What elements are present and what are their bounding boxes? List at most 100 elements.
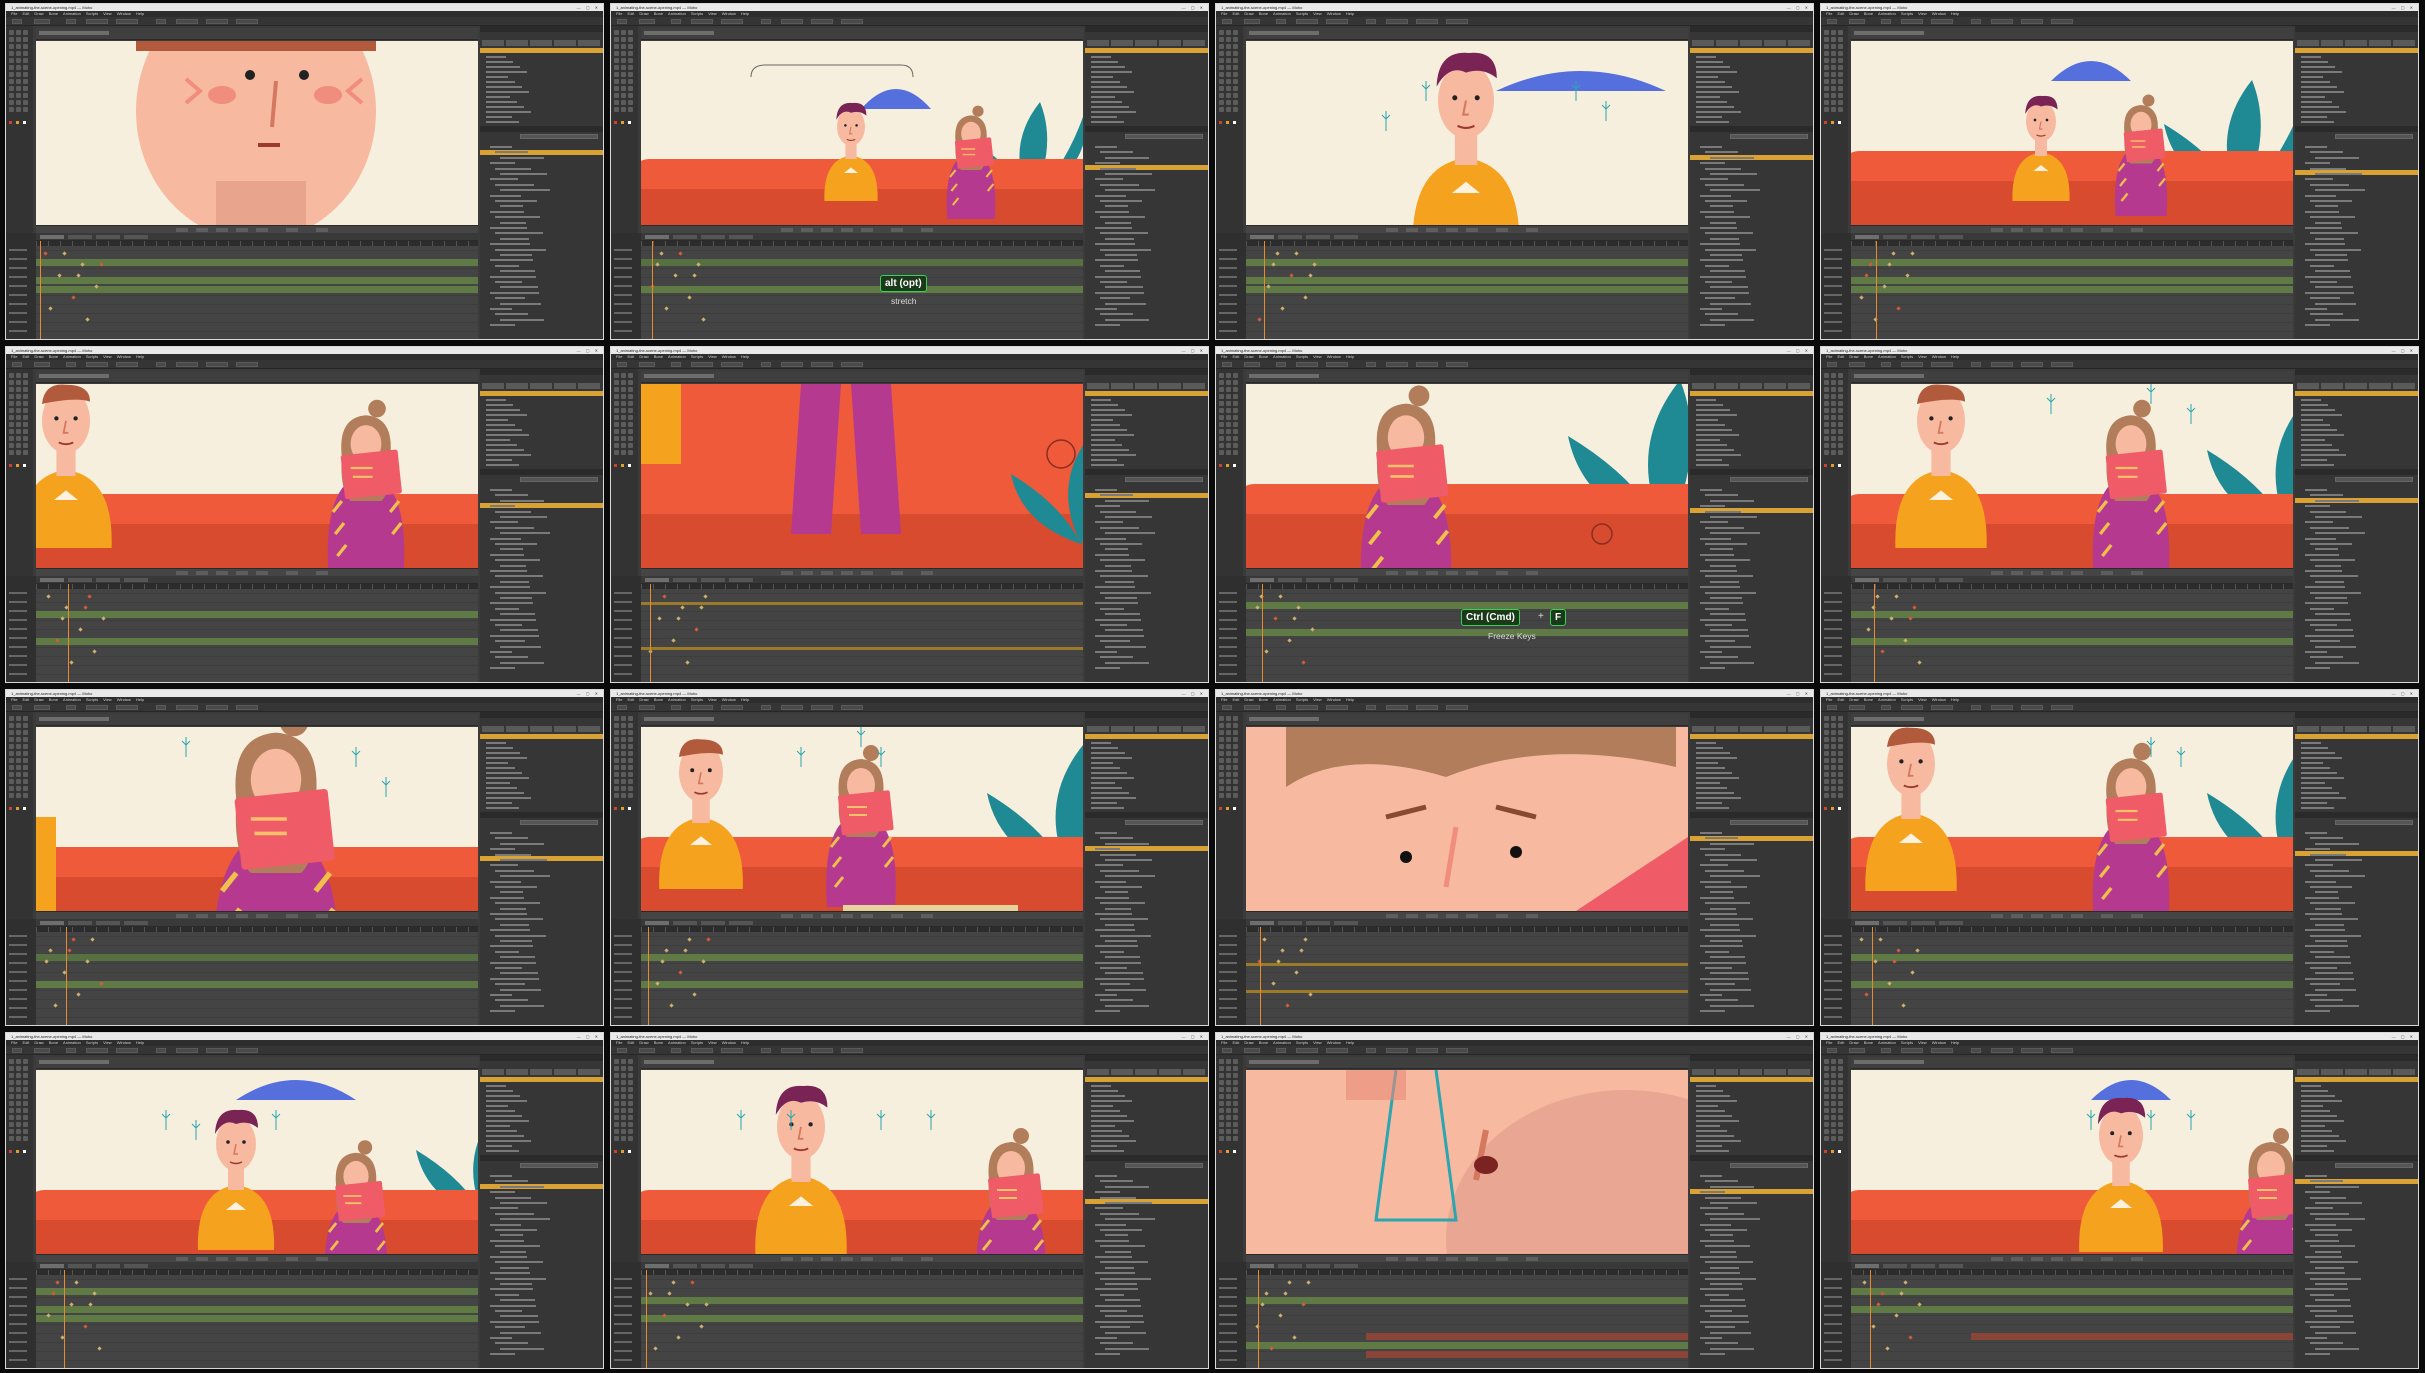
layer-row[interactable] [1095, 537, 1126, 540]
layer-row[interactable] [2315, 318, 2359, 321]
layer-row[interactable] [1100, 1229, 1142, 1231]
tool-icon[interactable] [1838, 786, 1843, 791]
layer-row[interactable] [2305, 1320, 2354, 1323]
tool-icon[interactable] [614, 51, 619, 56]
tool-icon[interactable] [9, 779, 14, 784]
layer-row[interactable] [1700, 1256, 1737, 1258]
playback-button[interactable] [801, 228, 813, 232]
window-controls[interactable]: — ▢ ✕ [1787, 690, 1810, 697]
tool-icon[interactable] [1831, 786, 1836, 791]
tool-icon[interactable] [1824, 1129, 1829, 1134]
channel-name[interactable] [1219, 1323, 1237, 1325]
layer-row[interactable] [2305, 227, 2342, 229]
menu-item[interactable]: Animation [1878, 697, 1896, 702]
keyframe[interactable] [1891, 251, 1896, 256]
tool-icon[interactable] [1831, 765, 1836, 770]
layer-row[interactable] [1705, 1293, 1729, 1296]
layer-row[interactable] [1696, 111, 1741, 113]
channel-name[interactable] [9, 285, 27, 287]
layer-row[interactable] [1100, 591, 1151, 594]
menu-item[interactable]: Edit [1232, 697, 1239, 702]
playback-button[interactable] [1496, 571, 1508, 575]
layer-row[interactable] [1091, 66, 1125, 68]
tool-icon[interactable] [1831, 107, 1836, 112]
layer-row[interactable] [2310, 1180, 2343, 1183]
panel-tabs[interactable] [1692, 1069, 1811, 1075]
tool-icon[interactable] [1824, 401, 1829, 406]
layer-row[interactable] [1105, 499, 1149, 502]
layer-row[interactable] [500, 859, 547, 861]
playback-button[interactable] [2071, 571, 2083, 575]
playback-button[interactable] [196, 228, 208, 232]
keyframe[interactable] [1287, 638, 1292, 643]
layer-row[interactable] [2301, 106, 2339, 108]
tool-icon[interactable] [1824, 44, 1829, 49]
layer-search-input[interactable] [1730, 134, 1808, 139]
menu-item[interactable]: Window [1327, 1040, 1341, 1045]
layer-row[interactable] [1705, 200, 1747, 202]
tool-icon[interactable] [1233, 415, 1238, 420]
tool-icon[interactable] [1838, 1101, 1843, 1106]
layer-row[interactable] [486, 399, 506, 401]
menu-item[interactable]: Bone [1259, 11, 1268, 16]
layer-row[interactable] [1696, 116, 1722, 118]
layer-row[interactable] [1100, 543, 1142, 545]
timeline-tab[interactable] [1939, 921, 1963, 925]
tool-icon[interactable] [9, 450, 14, 455]
tool-option-control[interactable] [12, 19, 22, 24]
layer-row[interactable] [1091, 757, 1132, 759]
tool-icon[interactable] [16, 429, 21, 434]
layer-row[interactable] [2305, 178, 2333, 181]
layer-row[interactable] [1095, 1320, 1144, 1323]
keyframe[interactable] [1294, 251, 1299, 256]
playhead[interactable] [650, 584, 651, 682]
tool-option-control[interactable] [781, 1048, 803, 1053]
timeline-track[interactable] [1246, 1297, 1688, 1304]
tool-icon[interactable] [1233, 1073, 1238, 1078]
timeline-track[interactable] [641, 602, 1083, 605]
tool-icon[interactable] [1838, 86, 1843, 91]
channel-name[interactable] [614, 1016, 632, 1018]
timeline-tab[interactable] [1911, 921, 1935, 925]
tool-icon[interactable] [9, 723, 14, 728]
layer-row[interactable] [2310, 837, 2343, 840]
layer-row[interactable] [2315, 532, 2365, 535]
tool-icon[interactable] [614, 450, 619, 455]
layer-row[interactable] [495, 656, 528, 659]
tool-icon[interactable] [621, 86, 626, 91]
channel-name[interactable] [1824, 1305, 1842, 1307]
layer-row[interactable] [1095, 1191, 1120, 1194]
layer-row[interactable] [1700, 586, 1740, 589]
layer-row[interactable] [1705, 918, 1753, 921]
layer-row[interactable] [1700, 243, 1740, 246]
layer-row[interactable] [1700, 324, 1725, 327]
tool-icon[interactable] [621, 1108, 626, 1113]
layer-row[interactable] [500, 597, 532, 599]
layer-row[interactable] [1705, 624, 1732, 626]
layer-row[interactable] [1091, 459, 1117, 461]
tool-icon[interactable] [628, 1094, 633, 1099]
color-swatch[interactable] [9, 121, 12, 124]
timeline-tracks[interactable] [1246, 932, 1688, 1025]
channel-name[interactable] [1219, 1350, 1237, 1352]
channel-name[interactable] [614, 321, 632, 323]
tool-icon[interactable] [628, 107, 633, 112]
keyframe[interactable] [1280, 306, 1285, 311]
layer-row[interactable] [486, 1145, 512, 1147]
layer-row[interactable] [2310, 1245, 2355, 1248]
menu-item[interactable]: Draw [1244, 697, 1253, 702]
menu-item[interactable]: Edit [1232, 354, 1239, 359]
tool-option-control[interactable] [1416, 1048, 1438, 1053]
channel-name[interactable] [1219, 637, 1237, 639]
document-tab[interactable] [39, 374, 109, 378]
document-tab[interactable] [1249, 1060, 1319, 1064]
playhead[interactable] [1876, 241, 1877, 339]
channel-name[interactable] [1219, 285, 1237, 287]
menu-item[interactable]: View [1918, 1040, 1927, 1045]
tool-option-control[interactable] [691, 705, 713, 710]
tool-icon[interactable] [1831, 380, 1836, 385]
layer-row[interactable] [490, 178, 518, 181]
layer-row[interactable] [1696, 1105, 1718, 1107]
menu-item[interactable]: Window [117, 697, 131, 702]
tool-option-control[interactable] [1296, 362, 1318, 367]
